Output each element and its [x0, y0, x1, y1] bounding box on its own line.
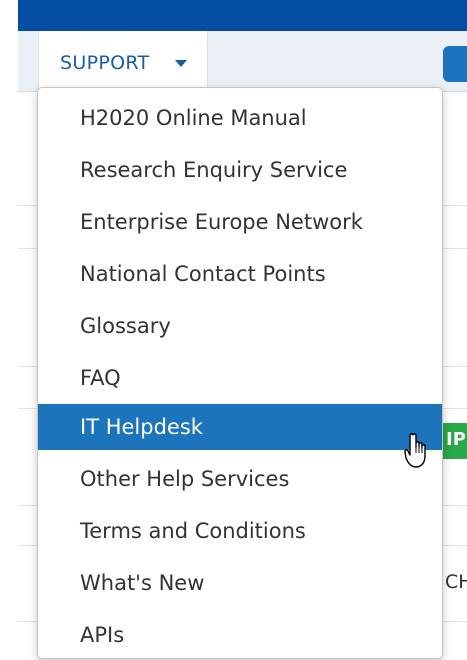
menu-item-faq[interactable]: FAQ [38, 355, 442, 401]
menu-item-terms-and-conditions[interactable]: Terms and Conditions [38, 508, 442, 554]
support-dropdown-menu: H2020 Online Manual Research Enquiry Ser… [37, 87, 443, 659]
caret-down-icon [175, 60, 187, 67]
menu-item-other-help-services[interactable]: Other Help Services [38, 456, 442, 502]
menu-item-national-contact-points[interactable]: National Contact Points [38, 251, 442, 297]
hand-pointer-icon [404, 433, 426, 468]
support-menu-button[interactable]: SUPPORT [38, 31, 208, 93]
menu-item-enterprise-europe-network[interactable]: Enterprise Europe Network [38, 199, 442, 245]
menu-item-whats-new[interactable]: What's New [38, 560, 442, 606]
menu-item-research-enquiry-service[interactable]: Research Enquiry Service [38, 147, 442, 193]
menu-item-it-helpdesk[interactable]: IT Helpdesk [38, 404, 442, 450]
menu-item-glossary[interactable]: Glossary [38, 303, 442, 349]
partial-page-text: CHA [445, 571, 467, 593]
top-banner [18, 0, 467, 31]
status-badge-text: IP [446, 429, 466, 450]
support-menu-label: SUPPORT [60, 52, 150, 74]
menu-item-h2020-online-manual[interactable]: H2020 Online Manual [38, 95, 442, 141]
nav-action-button[interactable] [443, 46, 467, 82]
menu-item-apis[interactable]: APIs [38, 612, 442, 658]
